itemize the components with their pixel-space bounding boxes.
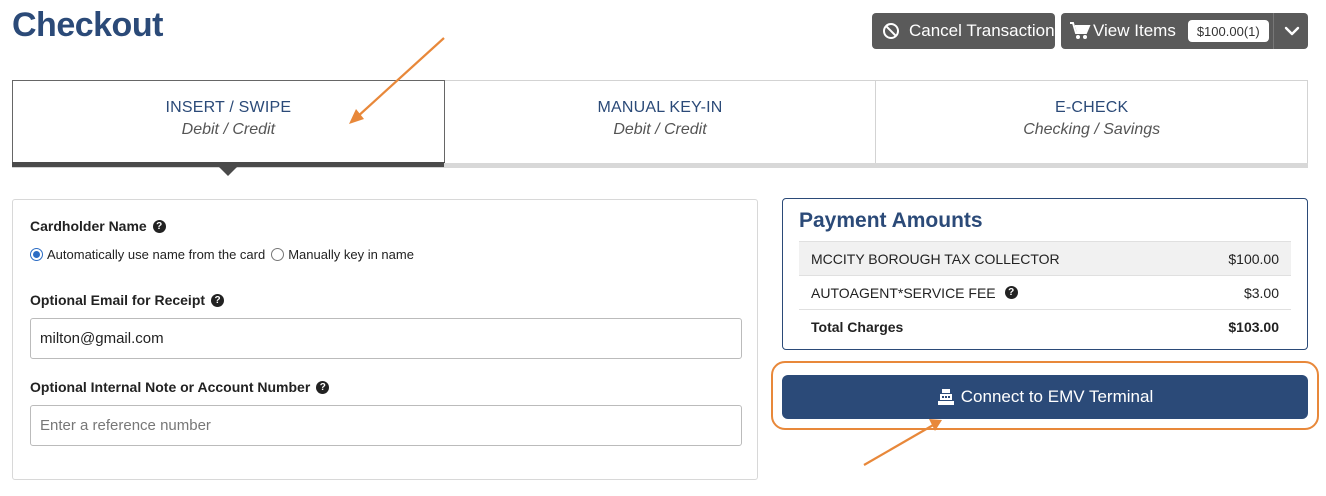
total-value: $103.00 xyxy=(1228,318,1279,335)
tab-label: MANUAL KEY-IN xyxy=(597,99,723,116)
view-items-button[interactable]: View Items $100.00(1) xyxy=(1061,13,1308,49)
email-field[interactable]: milton@gmail.com xyxy=(30,318,742,359)
cardholder-name-text: Cardholder Name xyxy=(30,218,147,234)
note-label: Optional Internal Note or Account Number… xyxy=(30,379,330,395)
amount-row: MCCITY BOROUGH TAX COLLECTOR $100.00 xyxy=(799,241,1291,275)
connect-emv-terminal-button[interactable]: Connect to EMV Terminal xyxy=(782,375,1308,419)
help-icon[interactable]: ? xyxy=(1004,286,1018,299)
radio-auto-name[interactable] xyxy=(30,248,43,261)
help-icon[interactable]: ? xyxy=(152,219,166,233)
radio-auto-name-label[interactable]: Automatically use name from the card xyxy=(47,247,265,262)
cardholder-name-options: Automatically use name from the card Man… xyxy=(30,247,414,262)
help-icon[interactable]: ? xyxy=(211,293,225,307)
cardholder-name-label: Cardholder Name ? xyxy=(30,218,166,234)
tab-underline xyxy=(875,163,1309,168)
tab-e-check[interactable]: E-CHECK Checking / Savings xyxy=(875,81,1309,168)
connect-emv-terminal-label: Connect to EMV Terminal xyxy=(960,387,1154,406)
tab-sublabel: Debit / Credit xyxy=(613,121,707,138)
tab-underline xyxy=(443,163,877,168)
chevron-down-icon[interactable] xyxy=(1283,22,1301,40)
payment-amounts-panel: Payment Amounts MCCITY BOROUGH TAX COLLE… xyxy=(782,198,1308,350)
amount-row-value: $3.00 xyxy=(1243,284,1279,301)
help-icon[interactable]: ? xyxy=(316,380,330,394)
tab-sublabel: Checking / Savings xyxy=(1023,121,1161,138)
amount-row-name: MCCITY BOROUGH TAX COLLECTOR xyxy=(811,250,1060,267)
note-label-text: Optional Internal Note or Account Number xyxy=(30,379,311,395)
active-tab-pointer xyxy=(219,167,237,176)
button-divider xyxy=(1273,13,1274,49)
radio-manual-name-label[interactable]: Manually key in name xyxy=(288,247,414,262)
items-total-badge: $100.00(1) xyxy=(1187,20,1269,42)
amount-row-name: AUTOAGENT*SERVICE FEE ? xyxy=(811,285,1018,301)
amount-row: AUTOAGENT*SERVICE FEE ? $3.00 xyxy=(799,275,1291,309)
tab-manual-key-in[interactable]: MANUAL KEY-IN Debit / Credit xyxy=(443,81,877,168)
card-form-panel: Cardholder Name ? Automatically use name… xyxy=(12,199,758,480)
email-label-text: Optional Email for Receipt xyxy=(30,292,206,308)
tab-label: INSERT / SWIPE xyxy=(165,99,292,116)
payment-method-tabs: INSERT / SWIPE Debit / Credit MANUAL KEY… xyxy=(12,80,1309,168)
cancel-transaction-label: Cancel Transaction xyxy=(909,21,1055,40)
amount-row-value: $100.00 xyxy=(1228,250,1279,267)
radio-manual-name[interactable] xyxy=(271,248,285,261)
cash-register-icon xyxy=(937,388,955,406)
cancel-transaction-button[interactable]: Cancel Transaction xyxy=(872,13,1055,49)
total-row: Total Charges $103.00 xyxy=(799,309,1291,343)
payment-amounts-title: Payment Amounts xyxy=(799,209,983,232)
total-label: Total Charges xyxy=(811,318,904,335)
tab-label: E-CHECK xyxy=(1054,99,1129,116)
view-items-label: View Items xyxy=(1093,21,1176,40)
cart-icon xyxy=(1069,21,1091,41)
ban-icon xyxy=(882,22,900,40)
reference-number-input[interactable]: Enter a reference number xyxy=(30,405,742,446)
tab-sublabel: Debit / Credit xyxy=(181,121,276,138)
page-title: Checkout xyxy=(12,6,163,44)
tab-insert-swipe[interactable]: INSERT / SWIPE Debit / Credit xyxy=(12,80,445,167)
email-label: Optional Email for Receipt ? xyxy=(30,292,225,308)
fee-name: AUTOAGENT*SERVICE FEE xyxy=(811,284,996,301)
